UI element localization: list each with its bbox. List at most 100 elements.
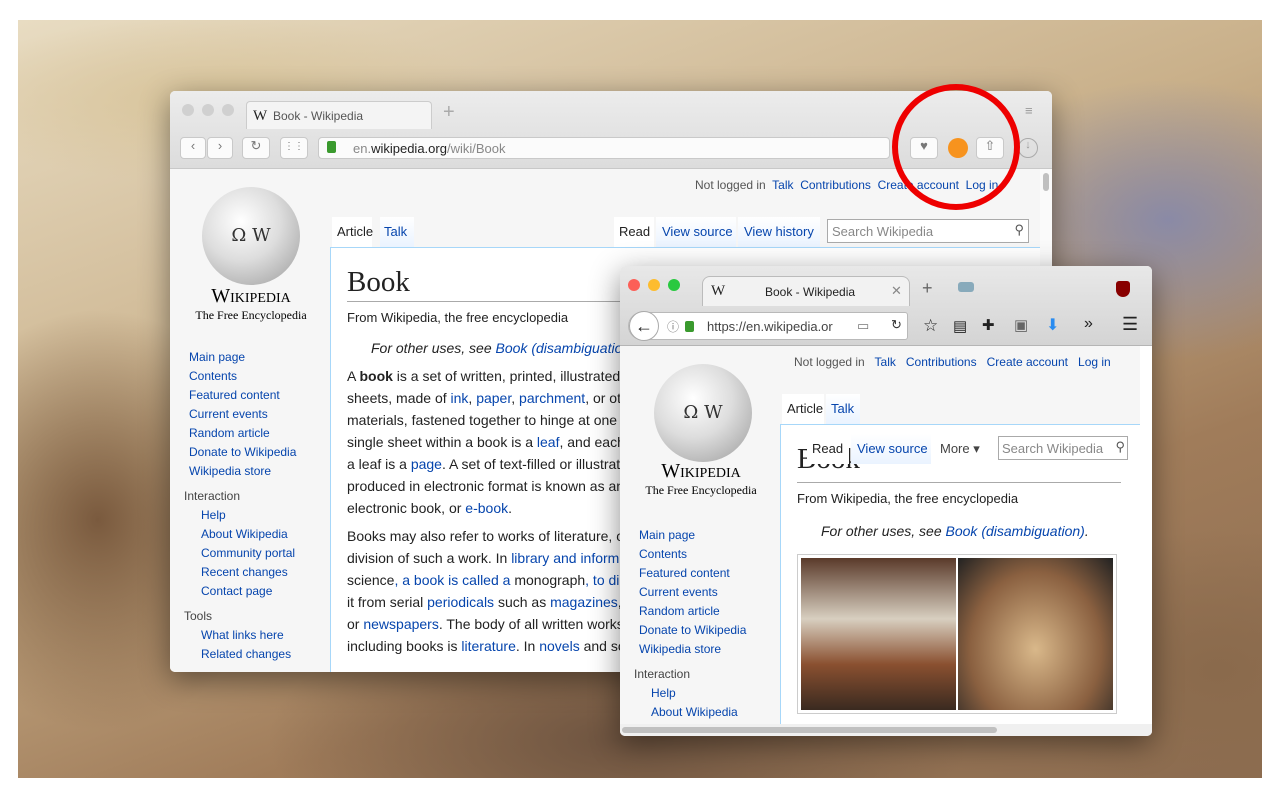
close-button[interactable] [182,104,194,116]
personal-talk-link[interactable]: Talk [772,178,793,192]
nav-contents[interactable]: Contents [639,545,779,564]
tab-book[interactable]: W Book - Wikipedia [246,101,432,129]
horizontal-scrollbar[interactable] [620,724,1152,736]
tab-book[interactable]: W Book - Wikipedia ✕ [702,276,910,306]
article-link[interactable]: newspapers [363,616,439,632]
search-input[interactable]: Search Wikipedia ⚲ [998,436,1128,460]
grid-icon[interactable]: ⋮⋮ [280,137,308,159]
tab-overview-icon[interactable]: ≡ [1025,103,1033,118]
tab-read[interactable]: Read [807,434,849,464]
nav-main-page[interactable]: Main page [639,526,779,545]
article-link[interactable]: magazines [550,594,618,610]
article-link[interactable]: , a book is called a [394,572,514,588]
nav-current-events[interactable]: Current events [639,583,779,602]
article-link[interactable]: parchment [519,390,585,406]
new-tab-icon[interactable]: + [443,101,455,124]
bookmark-star-icon[interactable]: ☆ [923,316,938,336]
article-link[interactable]: paper [476,390,511,406]
contributions-link[interactable]: Contributions [906,355,977,369]
nav-current-events[interactable]: Current events [189,407,329,426]
firefox-window: W Book - Wikipedia ✕ + ← ⓘ https://en.wi… [620,266,1152,736]
tab-read[interactable]: Read [614,217,654,247]
article-link[interactable]: , to di [585,572,619,588]
annotation-circle [892,84,1020,210]
nav-recent-changes[interactable]: Recent changes [189,565,329,584]
nav-about[interactable]: About Wikipedia [639,703,779,722]
download-icon[interactable]: ⬇ [1046,315,1059,335]
downloads-icon[interactable]: ↓ [1018,138,1038,158]
search-icon[interactable]: ⚲ [1014,222,1024,238]
new-tab-icon[interactable]: + [922,278,933,299]
article-link[interactable]: e-book [465,500,508,516]
nav-community-portal[interactable]: Community portal [189,546,329,565]
tab-article[interactable]: Article [332,217,373,247]
nav-featured-content[interactable]: Featured content [639,564,779,583]
mask-extension-icon[interactable] [958,282,974,292]
minimize-button[interactable] [648,279,660,291]
article-link[interactable]: novels [539,638,579,654]
address-bar[interactable]: en.wikipedia.org/wiki/Book [318,137,890,159]
create-account-link[interactable]: Create account [987,355,1068,369]
reading-list-icon[interactable]: ▤ [953,317,967,335]
nav-donate[interactable]: Donate to Wikipedia [639,621,779,640]
nav-random-article[interactable]: Random article [639,602,779,621]
forward-button[interactable]: › [207,137,233,159]
zoom-button[interactable] [222,104,234,116]
nav-help[interactable]: Help [639,684,779,703]
tab-view-source[interactable]: View source [656,217,736,247]
extensions-icon[interactable]: ✚ [982,316,995,334]
search-input[interactable]: Search Wikipedia ⚲ [827,219,1029,243]
text: A [347,368,360,384]
nav-contact[interactable]: Contact page [189,584,329,603]
tab-view-history[interactable]: View history [738,217,820,247]
nav-help[interactable]: Help [189,508,329,527]
login-link[interactable]: Log in [1078,355,1111,369]
more-menu[interactable]: More ▾ [940,441,980,457]
info-icon[interactable]: ⓘ [667,318,679,335]
tab-view-source[interactable]: View source [851,434,931,464]
close-tab-icon[interactable]: ✕ [891,283,902,299]
article-link[interactable]: page [411,456,442,472]
back-button[interactable]: ‹ [180,137,206,159]
personal-talk-link[interactable]: Talk [875,355,896,369]
text: sheets, made of [347,390,451,406]
wikipedia-favicon-icon: W [711,283,726,299]
article-link[interactable]: literature [461,638,515,654]
ublock-icon[interactable] [1116,281,1130,297]
menu-icon[interactable]: ☰ [1122,314,1138,335]
reader-view-icon[interactable]: ▭ [857,318,869,334]
address-bar[interactable]: ← ⓘ https://en.wikipedia.or ▭ ↻ [628,311,908,341]
text: . [508,500,512,516]
contributions-link[interactable]: Contributions [800,178,871,192]
tab-talk[interactable]: Talk [380,217,414,247]
overflow-icon[interactable]: » [1084,315,1093,333]
tab-article[interactable]: Article [782,394,824,424]
minimize-button[interactable] [202,104,214,116]
article-link[interactable]: leaf [537,434,560,450]
zoom-button[interactable] [668,279,680,291]
back-button[interactable]: ← [629,311,659,341]
article-link[interactable]: periodicals [427,594,494,610]
nav-donate[interactable]: Donate to Wikipedia [189,445,329,464]
tab-talk[interactable]: Talk [826,394,860,424]
reload-icon[interactable]: ↻ [242,137,270,159]
nav-store[interactable]: Wikipedia store [189,464,329,483]
search-icon[interactable]: ⚲ [1115,439,1125,455]
nav-contents[interactable]: Contents [189,369,329,388]
nav-about[interactable]: About Wikipedia [189,527,329,546]
close-button[interactable] [628,279,640,291]
nav-related-changes[interactable]: Related changes [189,647,329,666]
user-status: Not logged in [794,355,865,369]
synced-devices-icon[interactable]: ▣ [1014,316,1028,334]
article-link[interactable]: ink [451,390,469,406]
nav-store[interactable]: Wikipedia store [639,640,779,659]
nav-main-page[interactable]: Main page [189,350,329,369]
text: , or ot [585,390,621,406]
nav-featured-content[interactable]: Featured content [189,388,329,407]
nav-what-links-here[interactable]: What links here [189,628,329,647]
reload-icon[interactable]: ↻ [891,317,902,333]
sidebar: Main page Contents Featured content Curr… [634,526,779,722]
text: produced in electronic format is known a… [347,478,625,494]
article-link[interactable]: library and inform [511,550,619,566]
nav-random-article[interactable]: Random article [189,426,329,445]
